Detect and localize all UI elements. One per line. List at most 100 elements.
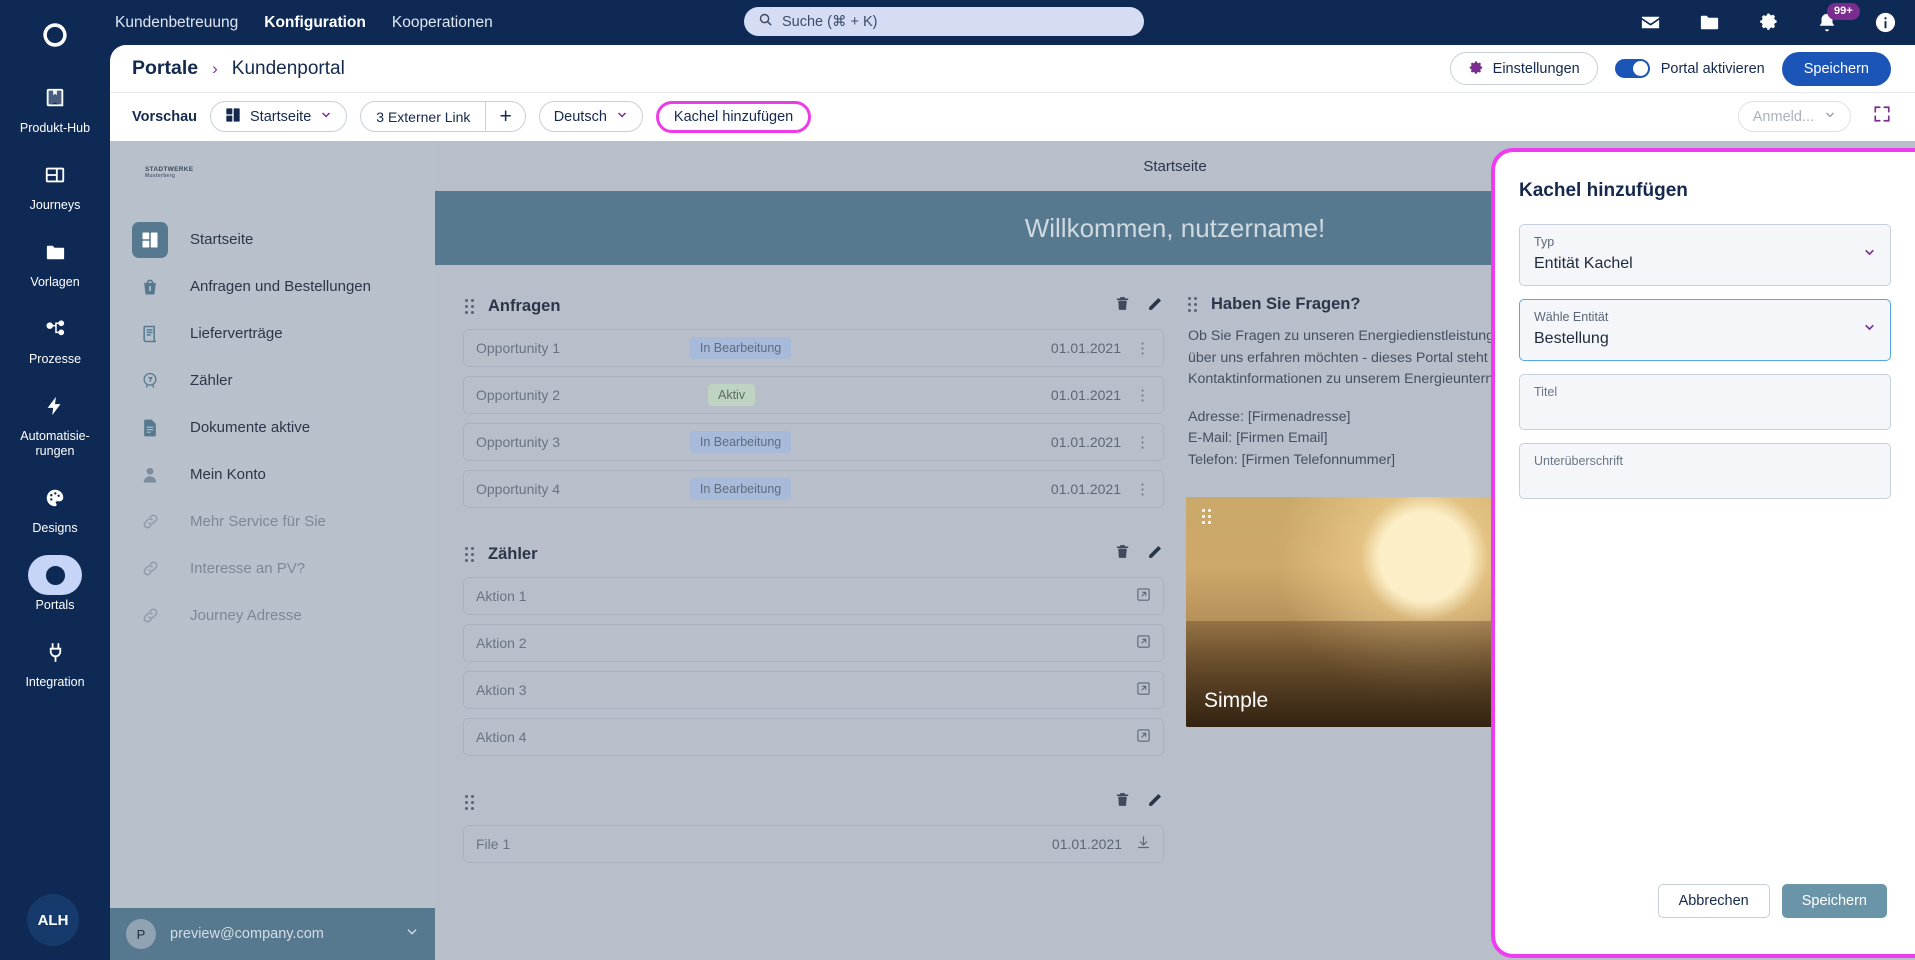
portal-activate-toggle[interactable]: Portal aktivieren <box>1614 59 1765 78</box>
row-menu-icon[interactable]: ⋮ <box>1135 480 1151 498</box>
sidebar-item-vorlagen[interactable]: Vorlagen <box>0 232 110 290</box>
drag-handle-icon[interactable] <box>465 794 474 810</box>
folder-icon[interactable] <box>1698 11 1721 34</box>
list-item[interactable]: Aktion 4 <box>463 718 1164 756</box>
status-badge: In Bearbeitung <box>689 478 792 500</box>
palette-icon <box>28 478 82 518</box>
tab-kundenbetreuung[interactable]: Kundenbetreuung <box>115 14 238 32</box>
breadcrumb-root[interactable]: Portale <box>132 57 198 80</box>
brand-name: STADTWERKE <box>145 166 194 173</box>
bell-icon[interactable]: 99+ <box>1816 2 1860 34</box>
tab-kooperationen[interactable]: Kooperationen <box>392 14 493 32</box>
preview-menu-zaehler[interactable]: Zähler <box>110 357 435 404</box>
top-nav: Kundenbetreuung Konfiguration Kooperatio… <box>115 14 493 32</box>
trash-icon[interactable] <box>1114 543 1131 565</box>
chevron-down-icon[interactable] <box>1863 321 1876 339</box>
edit-icon[interactable] <box>1147 543 1164 565</box>
chevron-down-icon[interactable] <box>405 925 419 944</box>
tab-konfiguration[interactable]: Konfiguration <box>264 14 366 32</box>
search-input[interactable]: Suche (⌘ + K) <box>744 7 1144 36</box>
save-button[interactable]: Speichern <box>1781 51 1891 86</box>
entity-select[interactable]: Wähle Entität Bestellung <box>1519 299 1891 361</box>
preview-menu-startseite[interactable]: Startseite <box>110 216 435 263</box>
subtitle-input[interactable]: Unterüberschrift <box>1519 443 1891 499</box>
edit-icon[interactable] <box>1147 295 1164 317</box>
link-icon <box>132 551 168 587</box>
preview-user-footer[interactable]: P preview@company.com <box>110 908 435 960</box>
row-name: Aktion 2 <box>476 635 527 651</box>
tile-title: Anfragen <box>488 296 561 315</box>
tile-header <box>463 791 1164 813</box>
preview-menu-journey-adresse[interactable]: Journey Adresse <box>110 592 435 639</box>
breadcrumb-leaf: Kundenportal <box>231 57 345 79</box>
avatar[interactable]: ALH <box>27 894 79 946</box>
preview-menu-mehr-service[interactable]: Mehr Service für Sie <box>110 498 435 545</box>
tile-column-left: Anfragen Opportunity 1 In Bearbeitung 01… <box>463 295 1164 872</box>
external-link-icon[interactable] <box>1136 728 1151 746</box>
table-row[interactable]: Opportunity 3 In Bearbeitung 01.01.2021 … <box>463 423 1164 461</box>
link-icon <box>132 598 168 634</box>
preview-menu-interesse-pv[interactable]: Interesse an PV? <box>110 545 435 592</box>
tile-header: Anfragen <box>463 295 1164 317</box>
external-link-icon[interactable] <box>1136 587 1151 605</box>
external-link-icon[interactable] <box>1136 681 1151 699</box>
add-tile-button[interactable]: Kachel hinzufügen <box>655 100 812 133</box>
preview-menu-dokumente[interactable]: Dokumente aktive <box>110 404 435 451</box>
panel-save-button[interactable]: Speichern <box>1781 884 1887 918</box>
preview-menu-label: Interesse an PV? <box>190 560 306 577</box>
sidebar-item-portals[interactable]: Portals <box>0 555 110 613</box>
trash-icon[interactable] <box>1114 791 1131 813</box>
row-menu-icon[interactable]: ⋮ <box>1135 433 1151 451</box>
drag-handle-icon[interactable] <box>1202 509 1211 524</box>
list-item[interactable]: Aktion 2 <box>463 624 1164 662</box>
external-link-icon[interactable] <box>1136 634 1151 652</box>
edit-icon[interactable] <box>1147 791 1164 813</box>
field-value: Bestellung <box>1534 330 1609 347</box>
preview-menu-mein-konto[interactable]: Mein Konto <box>110 451 435 498</box>
table-row[interactable]: Opportunity 1 In Bearbeitung 01.01.2021 … <box>463 329 1164 367</box>
gear-icon[interactable] <box>1757 11 1780 34</box>
row-name: Aktion 1 <box>476 588 527 604</box>
sidebar-item-journeys[interactable]: Journeys <box>0 155 110 213</box>
add-external-link-button[interactable]: + <box>485 102 524 131</box>
expand-icon[interactable] <box>1873 105 1891 128</box>
list-item[interactable]: Aktion 3 <box>463 671 1164 709</box>
sidebar-item-produkt-hub[interactable]: Produkt-Hub <box>0 78 110 136</box>
info-icon[interactable] <box>1874 11 1897 34</box>
title-input[interactable]: Titel <box>1519 374 1891 430</box>
type-select[interactable]: Typ Entität Kachel <box>1519 224 1891 286</box>
chevron-down-icon[interactable] <box>1863 246 1876 264</box>
row-menu-icon[interactable]: ⋮ <box>1135 386 1151 404</box>
sidebar-item-integration[interactable]: Integration <box>0 632 110 690</box>
mail-icon[interactable] <box>1639 11 1662 34</box>
preview-menu-liefervertraege[interactable]: Lieferverträge <box>110 310 435 357</box>
sidebar-item-prozesse[interactable]: Prozesse <box>0 309 110 367</box>
download-icon[interactable] <box>1136 835 1151 854</box>
login-select[interactable]: Anmeld... <box>1737 101 1851 132</box>
drag-handle-icon[interactable] <box>1188 297 1197 312</box>
drag-handle-icon[interactable] <box>465 546 474 562</box>
table-row[interactable]: File 1 01.01.2021 <box>463 825 1164 863</box>
table-row[interactable]: Opportunity 2 Aktiv 01.01.2021 ⋮ <box>463 376 1164 414</box>
cancel-button[interactable]: Abbrechen <box>1657 884 1770 918</box>
trash-icon[interactable] <box>1114 295 1131 317</box>
preview-menu-anfragen[interactable]: Anfragen und Bestellungen <box>110 263 435 310</box>
sidebar-item-label: Integration <box>25 675 85 689</box>
field-label: Typ <box>1534 235 1555 249</box>
table-row[interactable]: Opportunity 4 In Bearbeitung 01.01.2021 … <box>463 470 1164 508</box>
toggle-switch[interactable] <box>1614 59 1650 78</box>
list-item[interactable]: Aktion 1 <box>463 577 1164 615</box>
external-link-count[interactable]: 3 Externer Link <box>361 102 485 131</box>
sidebar-item-automatisierungen[interactable]: Automatisie- rungen <box>0 386 110 459</box>
sidebar-item-designs[interactable]: Designs <box>0 478 110 536</box>
settings-label: Einstellungen <box>1492 60 1580 77</box>
settings-button[interactable]: Einstellungen <box>1449 52 1598 85</box>
preview-label[interactable]: Vorschau <box>132 109 197 125</box>
drag-handle-icon[interactable] <box>465 298 474 314</box>
brand-swirl-icon[interactable] <box>28 8 82 62</box>
row-menu-icon[interactable]: ⋮ <box>1135 339 1151 357</box>
page-select[interactable]: Startseite <box>210 101 348 132</box>
flow-icon <box>28 309 82 349</box>
global-search[interactable]: Suche (⌘ + K) <box>744 7 1144 36</box>
language-select[interactable]: Deutsch <box>538 101 643 132</box>
